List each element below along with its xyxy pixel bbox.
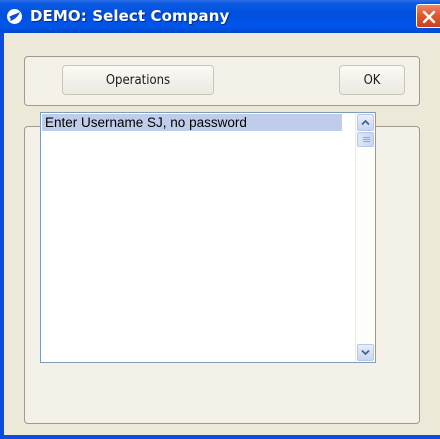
window-title: DEMO: Select Company	[30, 7, 230, 25]
scroll-thumb[interactable]	[357, 132, 374, 147]
scroll-down-button[interactable]	[357, 344, 374, 361]
close-icon	[422, 10, 436, 24]
list-item[interactable]: Enter Username SJ, no password	[42, 114, 342, 131]
list-item-label: Enter Username SJ, no password	[45, 115, 247, 130]
grip-line	[363, 137, 370, 138]
button-bar: Operations OK	[24, 56, 420, 106]
select-company-window: DEMO: Select Company Operations OK Enter…	[0, 0, 440, 439]
vertical-scrollbar[interactable]	[355, 113, 375, 362]
scroll-up-button[interactable]	[357, 114, 374, 131]
operations-button[interactable]: Operations	[62, 65, 214, 95]
grip-line	[363, 141, 370, 142]
title-bar[interactable]: DEMO: Select Company	[0, 0, 440, 33]
chevron-down-icon	[361, 349, 370, 356]
close-button[interactable]	[416, 4, 440, 28]
chevron-up-icon	[361, 119, 370, 126]
grip-line	[363, 139, 370, 140]
ok-button[interactable]: OK	[339, 65, 405, 95]
company-listbox[interactable]: Enter Username SJ, no password	[40, 112, 376, 363]
app-logo-icon	[6, 8, 23, 25]
